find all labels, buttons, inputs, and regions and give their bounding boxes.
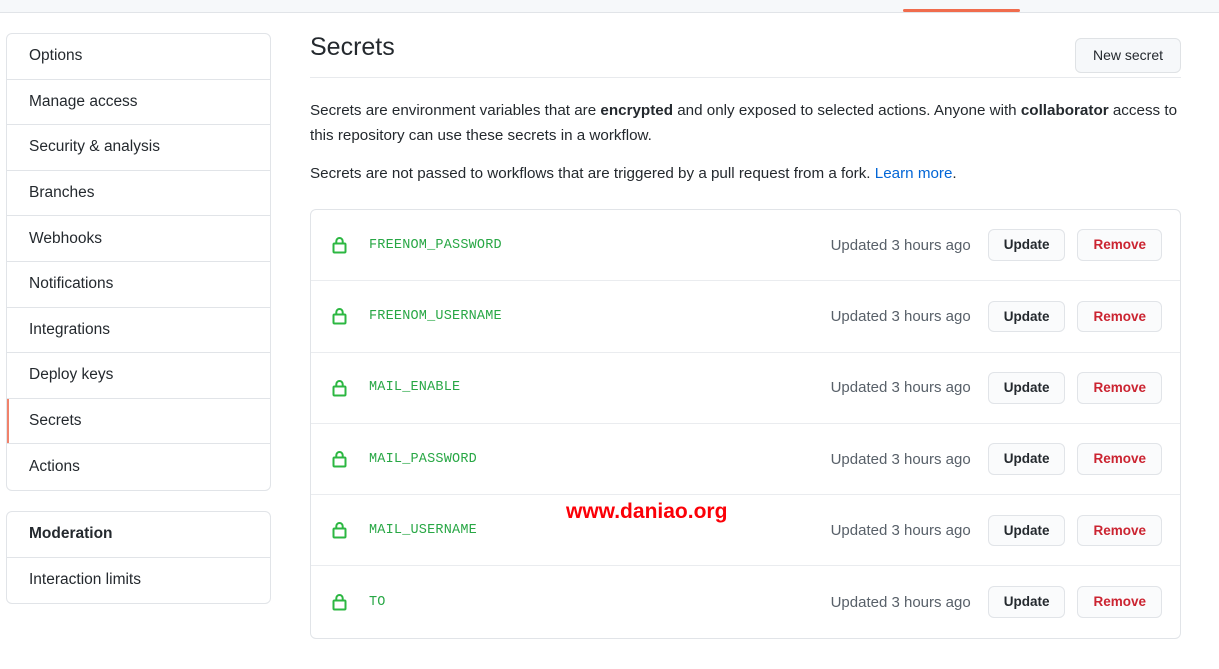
secret-row-actions: Updated 3 hours ago Update Remove: [831, 229, 1162, 261]
secrets-description-paragraph-1: Secrets are environment variables that a…: [310, 98, 1181, 148]
remove-secret-button[interactable]: Remove: [1077, 443, 1162, 475]
lock-icon: [329, 306, 349, 326]
secret-name: MAIL_PASSWORD: [369, 451, 477, 467]
main-content: Secrets New secret Secrets are environme…: [310, 20, 1181, 639]
sidebar-item-notifications[interactable]: Notifications: [7, 262, 270, 308]
remove-secret-button[interactable]: Remove: [1077, 300, 1162, 333]
update-secret-button[interactable]: Update: [987, 514, 1066, 547]
settings-sidebar: Options Manage access Security & analysis B…: [6, 33, 271, 605]
sidebar-item-webhooks[interactable]: Webhooks: [7, 216, 270, 262]
secret-row: MAIL_ENABLE Updated 3 hours ago Update Remo…: [311, 353, 1180, 424]
intro-text-2a: Secrets are not passed to workflows that…: [310, 165, 875, 182]
sidebar-item-branches[interactable]: Branches: [7, 171, 270, 217]
remove-secret-button[interactable]: Remove: [1077, 371, 1162, 404]
secret-row-actions: Updated 3 hours ago Update Remove: [831, 586, 1162, 618]
secret-name: MAIL_ENABLE: [369, 380, 461, 396]
sidebar-item-security-analysis[interactable]: Security & analysis: [7, 125, 270, 171]
secret-name: FREENOM_USERNAME: [369, 308, 502, 324]
secret-row: TO Updated 3 hours ago Update Remove: [311, 566, 1180, 637]
sidebar-item-deploy-keys[interactable]: Deploy keys: [7, 353, 270, 399]
intro-text-2b: .: [952, 165, 957, 182]
page-title: Secrets: [310, 33, 395, 61]
lock-icon: [329, 520, 349, 540]
sidebar-heading-moderation: Moderation: [7, 512, 270, 558]
secret-row: MAIL_PASSWORD Updated 3 hours ago Update Re…: [311, 424, 1180, 496]
secret-row-actions: Updated 3 hours ago Update Remove: [830, 300, 1162, 333]
sidebar-item-actions[interactable]: Actions: [7, 444, 270, 490]
lock-icon: [329, 235, 349, 255]
sidebar-group-settings: Options Manage access Security & analysis B…: [6, 33, 271, 491]
secret-row: FREENOM_PASSWORD Updated 3 hours ago Updat…: [311, 210, 1180, 282]
sidebar-item-options[interactable]: Options: [7, 34, 270, 80]
secret-row: MAIL_USERNAME Updated 3 hours ago Update Re…: [311, 495, 1180, 567]
secret-updated-text: Updated 3 hours ago: [830, 379, 971, 397]
sidebar-item-interaction-limits[interactable]: Interaction limits: [7, 558, 270, 604]
secret-updated-text: Updated 3 hours ago: [830, 521, 971, 539]
remove-secret-button[interactable]: Remove: [1077, 229, 1162, 261]
intro-bold-encrypted: encrypted: [600, 102, 673, 119]
secrets-list: FREENOM_PASSWORD Updated 3 hours ago Updat…: [310, 209, 1181, 639]
lock-icon: [329, 592, 349, 612]
secret-updated-text: Updated 3 hours ago: [830, 307, 971, 325]
secret-name: TO: [369, 594, 386, 610]
new-secret-button[interactable]: New secret: [1074, 38, 1181, 74]
secret-updated-text: Updated 3 hours ago: [830, 450, 971, 468]
update-secret-button[interactable]: Update: [987, 371, 1066, 404]
secret-name: FREENOM_PASSWORD: [369, 237, 502, 253]
update-secret-button[interactable]: Update: [987, 443, 1066, 475]
secret-name: MAIL_USERNAME: [369, 522, 477, 538]
learn-more-link[interactable]: Learn more: [875, 165, 953, 182]
sidebar-group-moderation: Moderation Interaction limits: [6, 510, 271, 605]
remove-secret-button[interactable]: Remove: [1077, 586, 1162, 618]
secret-updated-text: Updated 3 hours ago: [830, 236, 971, 254]
secret-row-actions: Updated 3 hours ago Update Remove: [831, 443, 1162, 475]
intro-text-1b: and only exposed to selected actions. An…: [673, 102, 1021, 119]
update-secret-button[interactable]: Update: [987, 586, 1066, 618]
update-secret-button[interactable]: Update: [987, 300, 1066, 333]
lock-icon: [329, 378, 349, 398]
secret-row-actions: Updated 3 hours ago Update Remove: [830, 514, 1162, 547]
intro-bold-collaborator: collaborator: [1020, 102, 1109, 119]
secret-updated-text: Updated 3 hours ago: [830, 593, 971, 611]
tab-strip: [0, 0, 1219, 13]
active-tab-underline: [903, 9, 1020, 12]
sidebar-item-integrations[interactable]: Integrations: [7, 308, 270, 354]
secrets-description-paragraph-2: Secrets are not passed to workflows that…: [310, 161, 1181, 186]
update-secret-button[interactable]: Update: [987, 229, 1066, 261]
sidebar-item-manage-access[interactable]: Manage access: [7, 80, 270, 126]
secret-row-actions: Updated 3 hours ago Update Remove: [830, 371, 1162, 404]
page-header: Secrets New secret: [310, 20, 1181, 78]
secret-row: FREENOM_USERNAME Updated 3 hours ago Updat…: [311, 281, 1180, 353]
intro-text-1a: Secrets are environment variables that a…: [310, 102, 601, 119]
remove-secret-button[interactable]: Remove: [1077, 514, 1162, 547]
lock-icon: [329, 449, 349, 469]
sidebar-item-secrets[interactable]: Secrets: [7, 398, 270, 445]
